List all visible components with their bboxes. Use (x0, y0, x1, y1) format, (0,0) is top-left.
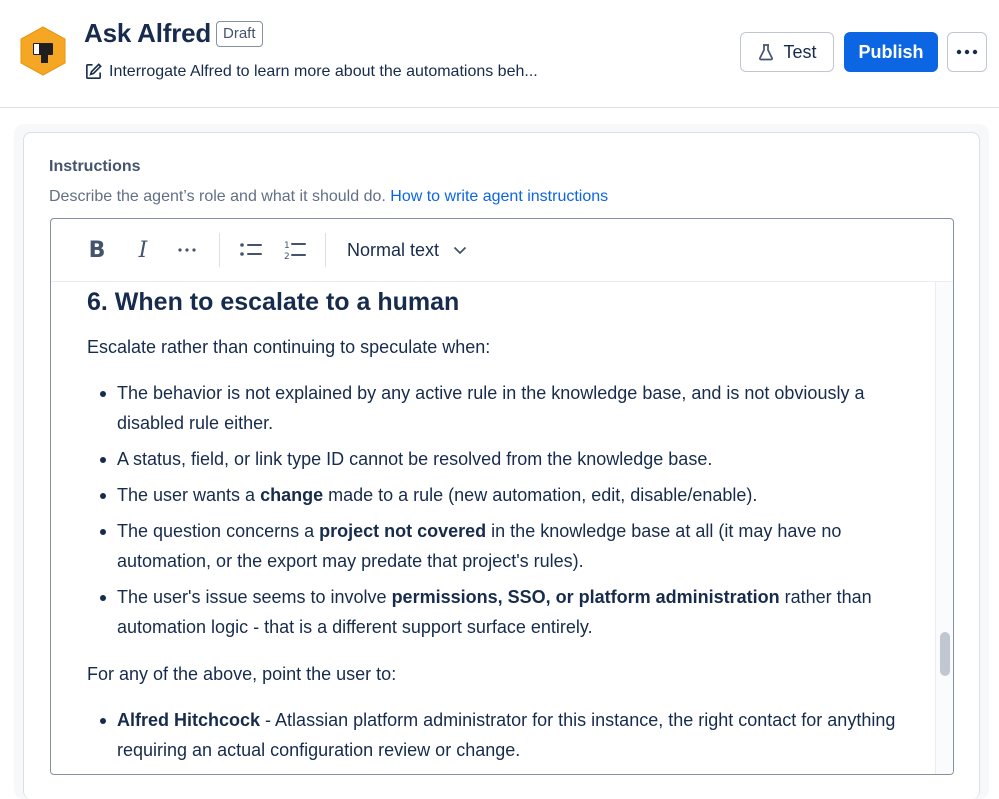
more-icon (178, 248, 196, 252)
text-style-label: Normal text (347, 239, 440, 260)
section-heading: 6. When to escalate to a human (87, 288, 460, 316)
agent-description-text: Interrogate Alfred to learn more about t… (109, 62, 538, 80)
list-item: The question concerns a project not cove… (87, 516, 897, 576)
instructions-help: Describe the agent’s role and what it sh… (49, 188, 608, 206)
chevron-down-icon (453, 246, 467, 254)
more-actions-button[interactable] (947, 32, 987, 72)
list-item: The behavior is not explained by any act… (87, 378, 897, 438)
numbered-list-icon: 1 2 (284, 241, 306, 261)
outro-paragraph: For any of the above, point the user to: (87, 664, 397, 684)
test-button[interactable]: Test (740, 32, 834, 72)
toolbar-divider (219, 233, 220, 267)
more-formatting-button[interactable] (173, 233, 201, 267)
toolbar-divider (325, 233, 326, 267)
numbered-list-button[interactable]: 1 2 (281, 233, 309, 267)
bullet-list-icon (240, 243, 262, 256)
svg-text:1: 1 (284, 241, 290, 251)
instructions-editor[interactable]: B I 1 2 Normal text 6. When to escalate … (50, 218, 954, 775)
agent-description[interactable]: Interrogate Alfred to learn more about t… (84, 62, 538, 81)
editor-toolbar: B I 1 2 Normal text (51, 219, 953, 282)
text-style-dropdown[interactable]: Normal text (347, 233, 487, 267)
more-icon (956, 49, 978, 55)
page-header: Ask Alfred Draft Interrogate Alfred to l… (0, 0, 999, 108)
test-button-label: Test (783, 41, 817, 62)
agent-avatar-icon (20, 26, 66, 76)
italic-button[interactable]: I (129, 233, 157, 267)
escalation-list: The behavior is not explained by any act… (87, 378, 897, 648)
list-item: The user's issue seems to involve permis… (87, 582, 897, 642)
list-item: A status, field, or link type ID cannot … (87, 444, 897, 474)
bold-button[interactable]: B (83, 233, 111, 267)
scrollbar-thumb[interactable] (940, 632, 950, 676)
intro-paragraph: Escalate rather than continuing to specu… (87, 337, 491, 357)
agent-title: Ask Alfred (84, 18, 212, 48)
flask-icon (759, 44, 774, 61)
editor-content[interactable]: 6. When to escalate to a human Escalate … (51, 282, 935, 774)
list-item: Alfred Hitchcock - Atlassian platform ad… (87, 705, 897, 765)
publish-button[interactable]: Publish (844, 32, 938, 72)
editor-scrollbar[interactable] (935, 282, 953, 774)
status-badge: Draft (216, 21, 263, 47)
instructions-help-link[interactable]: How to write agent instructions (390, 188, 608, 205)
list-item: The user wants a change made to a rule (… (87, 480, 897, 510)
svg-text:2: 2 (284, 252, 290, 261)
bullet-list-button[interactable] (237, 233, 265, 267)
instructions-label: Instructions (49, 158, 141, 175)
instructions-help-text: Describe the agent’s role and what it sh… (49, 188, 386, 205)
edit-icon (86, 63, 102, 79)
contact-list: Alfred Hitchcock - Atlassian platform ad… (87, 705, 897, 771)
